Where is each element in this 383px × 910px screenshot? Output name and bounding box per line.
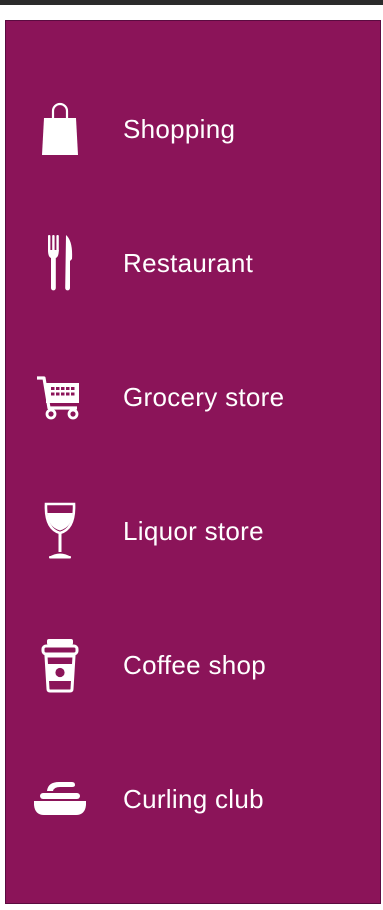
category-item-coffee-shop[interactable]: Coffee shop [6, 635, 380, 695]
curling-stone-icon [30, 769, 90, 829]
category-label: Shopping [123, 113, 236, 144]
category-label: Coffee shop [123, 649, 267, 680]
category-item-grocery-store[interactable]: Grocery store [6, 367, 380, 427]
category-label: Liquor store [123, 515, 264, 546]
shopping-cart-icon [30, 367, 90, 427]
category-label: Curling club [123, 783, 264, 814]
category-label: Grocery store [123, 381, 285, 412]
category-item-curling-club[interactable]: Curling club [6, 769, 380, 829]
coffee-cup-icon [30, 635, 90, 695]
category-panel: Shopping Restaurant Grocery store Liquor… [5, 20, 381, 904]
shopping-bag-icon [30, 99, 90, 159]
top-border [0, 0, 383, 5]
category-item-shopping[interactable]: Shopping [6, 99, 380, 159]
category-item-liquor-store[interactable]: Liquor store [6, 501, 380, 561]
category-item-restaurant[interactable]: Restaurant [6, 233, 380, 293]
category-label: Restaurant [123, 247, 254, 278]
wine-glass-icon [30, 501, 90, 561]
fork-knife-icon [30, 233, 90, 293]
